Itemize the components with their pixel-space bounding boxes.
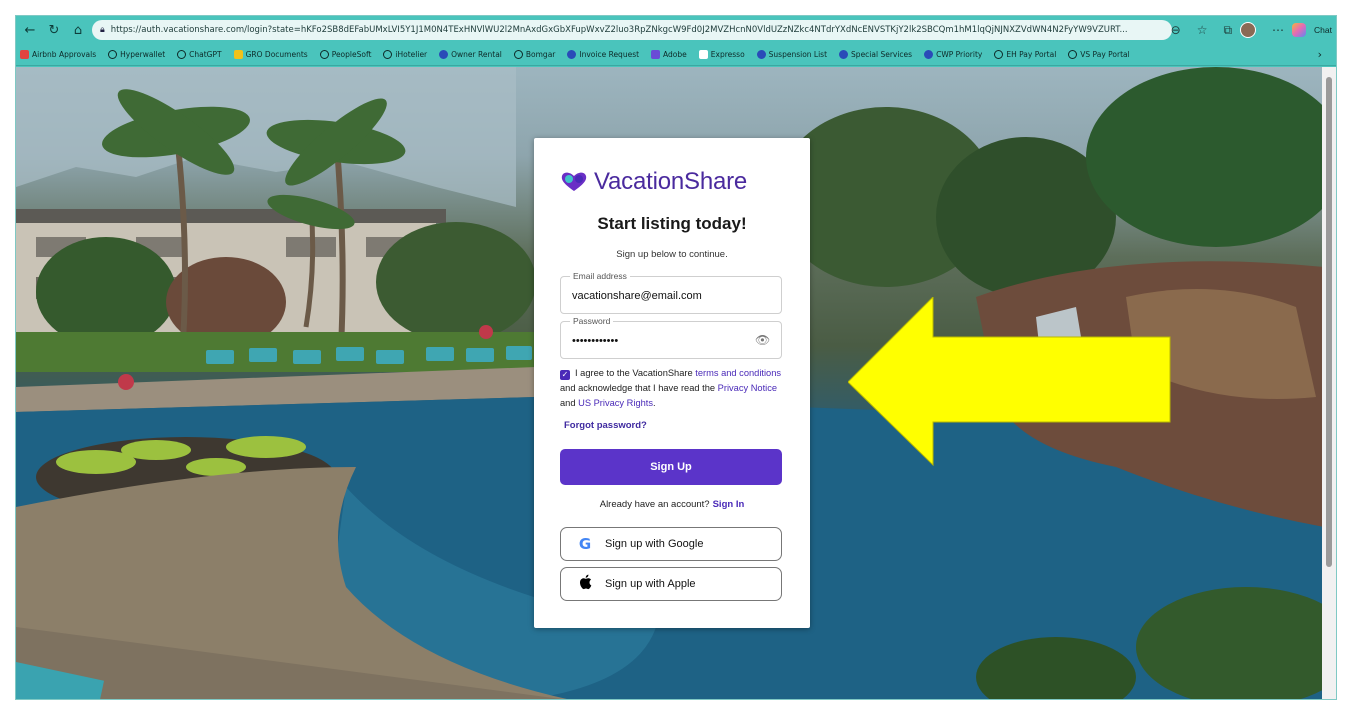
terms-checkbox[interactable]: ✓	[560, 370, 570, 380]
google-signup-button[interactable]: G Sign up with Google	[560, 527, 782, 561]
url-text: https://auth.vacationshare.com/login?sta…	[110, 25, 1128, 35]
password-field[interactable]: Password •••••••••••• 👁︎	[560, 316, 782, 359]
heart-logo-icon	[561, 172, 587, 191]
password-label: Password	[570, 316, 614, 326]
bookmark-item[interactable]: CWP Priority	[924, 50, 982, 59]
chevron-right-icon[interactable]: ›	[1318, 48, 1322, 61]
have-account-text: Already have an account?	[599, 499, 710, 510]
scrollbar[interactable]	[1322, 67, 1336, 699]
page-subtitle: Sign up below to continue.	[616, 249, 728, 260]
agree-text: and	[560, 398, 579, 408]
home-icon[interactable]: ⌂	[68, 20, 88, 40]
bookmark-item[interactable]: Bomgar	[513, 50, 555, 59]
address-bar: ← ↻ ⌂ 🔒︎ https://auth.vacationshare.com/…	[16, 16, 1336, 44]
site-info-icon[interactable]: 🔒︎	[100, 25, 105, 35]
privacy-notice-link[interactable]: Privacy Notice	[718, 383, 777, 393]
page-title: Start listing today!	[597, 214, 747, 233]
terms-link[interactable]: terms and conditions	[695, 368, 781, 378]
eye-icon[interactable]: 👁︎	[755, 333, 771, 347]
more-options-icon[interactable]: ⋯	[1272, 23, 1284, 37]
us-privacy-rights-link[interactable]: US Privacy Rights	[578, 398, 653, 408]
bookmark-item[interactable]: Suspension List	[756, 50, 827, 59]
url-field[interactable]: 🔒︎ https://auth.vacationshare.com/login?…	[92, 20, 1172, 40]
bookmark-item[interactable]: EH Pay Portal	[994, 50, 1056, 59]
browser-toolbar: ⊖ ☆ ⧉ ⋯ Chat	[1163, 20, 1332, 40]
bookmark-item[interactable]: GRO Documents	[233, 50, 308, 59]
email-field[interactable]: Email address vacationshare@email.com	[560, 271, 782, 314]
chat-button[interactable]: Chat	[1314, 25, 1332, 35]
brand-logo: VacationShare	[560, 168, 747, 196]
agree-text: .	[653, 398, 656, 408]
bookmarks-bar: Airbnb Approvals Hyperwallet ChatGPT GRO…	[16, 44, 1336, 66]
profile-avatar[interactable]	[1240, 22, 1257, 38]
password-value[interactable]: ••••••••••••	[572, 335, 618, 347]
annotation-arrow	[848, 297, 1171, 467]
bookmark-item[interactable]: Special Services	[839, 50, 912, 59]
bookmark-item[interactable]: Hyperwallet	[108, 50, 165, 59]
email-value[interactable]: vacationshare@email.com	[572, 290, 702, 302]
have-account-prompt: Already have an account? Sign In	[534, 499, 810, 510]
bookmark-item[interactable]: VS Pay Portal	[1068, 50, 1130, 59]
zoom-icon[interactable]: ⊖	[1171, 23, 1181, 37]
scrollbar-thumb[interactable]	[1326, 77, 1332, 567]
apple-icon	[575, 574, 595, 594]
signup-card: VacationShare Start listing today! Sign …	[534, 138, 810, 628]
bookmark-item[interactable]: Owner Rental	[439, 50, 502, 59]
email-label: Email address	[570, 271, 630, 281]
brand-name: VacationShare	[594, 168, 748, 195]
apple-signup-label: Sign up with Apple	[605, 578, 696, 590]
bookmark-item[interactable]: ChatGPT	[177, 50, 222, 59]
google-icon: G	[578, 535, 592, 553]
agree-text: and acknowledge that I have read the	[560, 383, 718, 393]
copilot-icon[interactable]	[1292, 23, 1307, 37]
resort-background: VacationShare Start listing today! Sign …	[16, 67, 1324, 699]
sign-in-link[interactable]: Sign In	[713, 499, 745, 510]
browser-window: ← ↻ ⌂ 🔒︎ https://auth.vacationshare.com/…	[15, 15, 1337, 700]
bookmark-item[interactable]: iHotelier	[383, 50, 427, 59]
apple-signup-button[interactable]: Sign up with Apple	[560, 567, 782, 601]
favorite-star-icon[interactable]: ☆	[1197, 23, 1208, 37]
bookmark-item[interactable]: Expresso	[698, 50, 745, 59]
refresh-icon[interactable]: ↻	[44, 20, 64, 40]
back-arrow-icon[interactable]: ←	[20, 20, 40, 40]
google-signup-label: Sign up with Google	[605, 538, 704, 550]
sign-up-button[interactable]: Sign Up	[560, 449, 782, 485]
bookmark-item[interactable]: Airbnb Approvals	[20, 50, 96, 59]
bookmark-item[interactable]: Adobe	[651, 50, 687, 59]
agree-text: I agree to the VacationShare	[575, 368, 696, 378]
bookmark-item[interactable]: Invoice Request	[567, 50, 639, 59]
extensions-icon[interactable]: ⧉	[1223, 23, 1232, 38]
bookmark-item[interactable]: PeopleSoft	[319, 50, 371, 59]
forgot-password-link[interactable]: Forgot password?	[564, 420, 647, 431]
terms-agreement: ✓ I agree to the VacationShare terms and …	[560, 366, 782, 411]
